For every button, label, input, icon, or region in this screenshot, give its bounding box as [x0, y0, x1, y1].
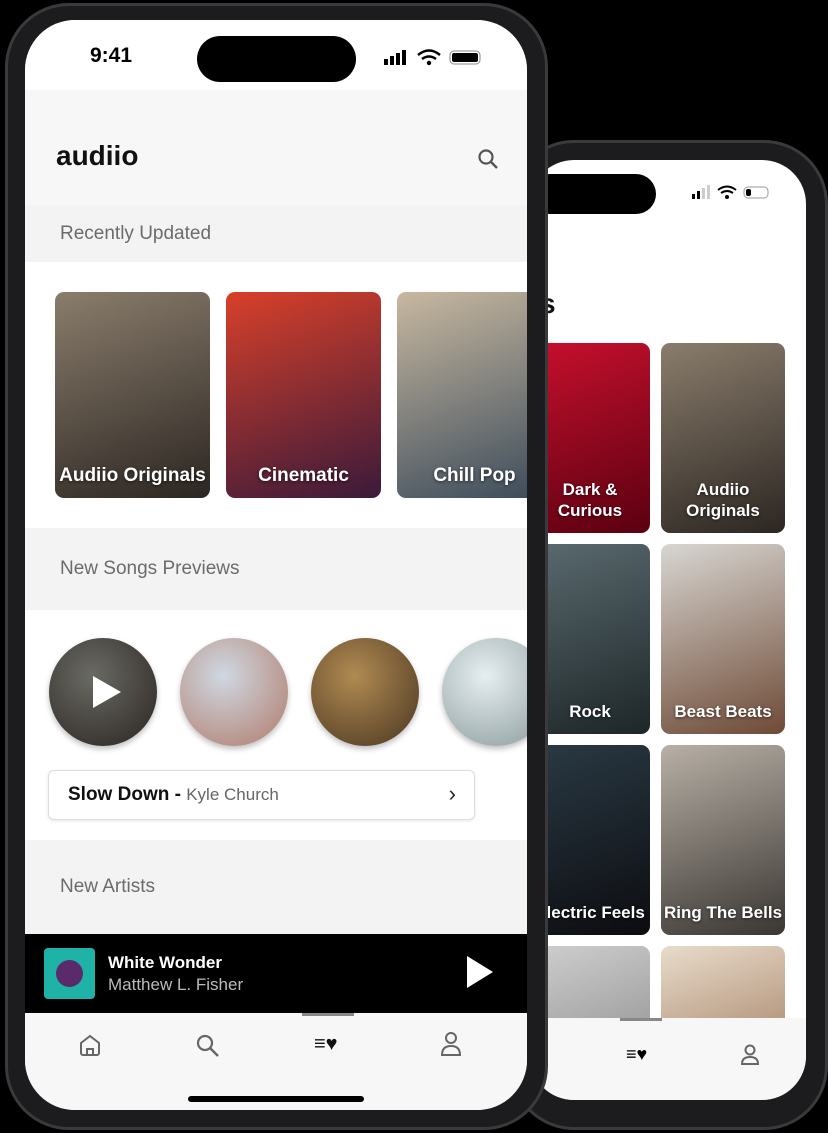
play-button[interactable]	[467, 956, 493, 993]
tab-profile[interactable]	[740, 1044, 760, 1071]
tab-bar: ≡♥	[25, 1013, 527, 1110]
status-icons	[690, 184, 770, 203]
section-header-recently-updated: Recently Updated	[25, 205, 527, 262]
genre-card[interactable]: Ring The Bells	[661, 745, 785, 935]
song-preview[interactable]	[49, 638, 157, 746]
genre-card-label: Beast Beats	[674, 702, 772, 721]
now-playing-title: White Wonder	[108, 953, 222, 972]
playlist-card[interactable]: Chill Pop	[397, 292, 527, 498]
playlist-heart-icon: ≡♥	[314, 1033, 338, 1055]
back-phone-screen: s Dark & CuriousAudiio OriginalsRockBeas…	[530, 160, 806, 1100]
section-header-new-artists: New Artists	[25, 840, 527, 934]
playlist-card[interactable]: Cinematic	[226, 292, 381, 498]
genre-card[interactable]: Electric Feels	[530, 745, 650, 935]
genre-card-label: Electric Feels	[535, 903, 645, 922]
genre-card[interactable]: Dark & Curious	[530, 343, 650, 533]
playlist-card[interactable]: Audiio Originals	[55, 292, 210, 498]
section-header-new-songs: New Songs Previews	[25, 528, 527, 610]
genre-card[interactable]: Audiio Originals	[661, 343, 785, 533]
home-indicator	[188, 1096, 364, 1102]
song-title: Slow Down	[68, 784, 170, 805]
playlist-card-label: Chill Pop	[433, 465, 516, 486]
active-tab-indicator	[620, 1018, 662, 1021]
tab-search[interactable]	[195, 1033, 221, 1064]
playlist-card-label: Cinematic	[258, 465, 349, 486]
genre-card-label: Audiio Originals	[686, 480, 760, 520]
tab-profile[interactable]	[440, 1031, 462, 1062]
front-phone-screen: 9:41 audiio Recently Updated New Songs P…	[25, 20, 527, 1110]
search-button[interactable]	[477, 148, 499, 175]
now-playing-bar[interactable]: White Wonder Matthew L. Fisher	[25, 934, 527, 1013]
dynamic-island	[197, 36, 356, 82]
app-title: audiio	[56, 140, 139, 171]
selected-song-card[interactable]: Slow Down - Kyle Church ›	[48, 770, 475, 820]
song-separator: -	[169, 784, 187, 805]
active-tab-indicator	[302, 1013, 354, 1016]
song-preview[interactable]	[180, 638, 288, 746]
genre-card-label: Ring The Bells	[663, 903, 783, 922]
user-icon	[740, 1044, 760, 1065]
back-tab-bar: ≡♥	[530, 1018, 806, 1100]
home-icon	[80, 1034, 100, 1056]
play-icon	[93, 676, 121, 708]
play-icon	[467, 956, 493, 988]
tab-playlists[interactable]: ≡♥	[314, 1033, 338, 1056]
search-icon	[196, 1034, 219, 1057]
tab-home[interactable]	[78, 1033, 102, 1062]
playlist-heart-icon: ≡♥	[626, 1044, 648, 1064]
song-artist: Kyle Church	[186, 785, 279, 804]
tab-playlists[interactable]: ≡♥	[626, 1044, 647, 1065]
now-playing-art	[44, 948, 95, 999]
genre-card[interactable]: Beast Beats	[661, 544, 785, 734]
now-playing-artist: Matthew L. Fisher	[108, 975, 244, 994]
playlist-card-label: Audiio Originals	[59, 465, 206, 486]
genre-card-label: Rock	[569, 702, 611, 721]
status-time: 9:41	[90, 44, 133, 67]
genre-card[interactable]: Rock	[530, 544, 650, 734]
user-icon	[440, 1032, 462, 1056]
genre-card-label: Dark & Curious	[557, 480, 623, 520]
search-icon	[478, 149, 498, 169]
song-preview[interactable]	[311, 638, 419, 746]
status-icons	[382, 48, 484, 71]
chevron-right-icon: ›	[448, 781, 456, 806]
dynamic-island	[530, 174, 656, 214]
